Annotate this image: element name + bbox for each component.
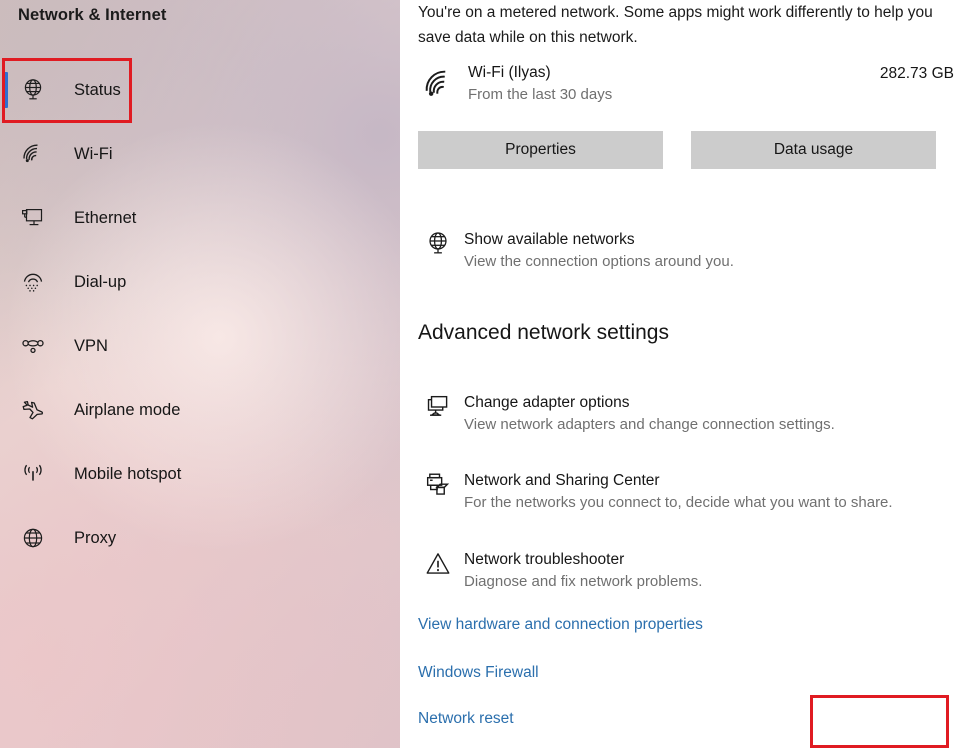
sidebar-item-proxy[interactable]: Proxy: [0, 506, 400, 570]
sidebar-item-airplane-mode[interactable]: Airplane mode: [0, 378, 400, 442]
item-text: Network and Sharing Center For the netwo…: [464, 469, 893, 514]
sidebar-item-label: Ethernet: [74, 208, 137, 227]
item-title: Network troubleshooter: [464, 551, 625, 568]
monitor-icon: [418, 391, 458, 431]
show-available-networks-row[interactable]: Show available networks View the connect…: [418, 228, 958, 273]
wifi-icon: [16, 137, 50, 171]
hotspot-icon: [16, 457, 50, 491]
selection-indicator: [4, 72, 8, 108]
link-view-hardware-and-connection-properties[interactable]: View hardware and connection properties: [418, 616, 703, 634]
content-pane: You're on a metered network. Some apps m…: [400, 0, 967, 748]
link-windows-firewall[interactable]: Windows Firewall: [418, 664, 539, 682]
item-title: Change adapter options: [464, 394, 630, 411]
highlight-box-network-reset: [810, 695, 949, 748]
properties-button[interactable]: Properties: [418, 131, 663, 169]
link-network-reset[interactable]: Network reset: [418, 710, 514, 728]
item-subtitle: View network adapters and change connect…: [464, 416, 835, 433]
sidebar-item-label: Wi-Fi: [74, 144, 113, 163]
globe-monitor-icon: [16, 73, 50, 107]
sidebar-nav: Status Wi-Fi Ethernet Dial-up VPN Airpla…: [0, 58, 400, 570]
sidebar-item-ethernet[interactable]: Ethernet: [0, 186, 400, 250]
globe-monitor-icon: [418, 228, 458, 268]
sidebar-item-mobile-hotspot[interactable]: Mobile hotspot: [0, 442, 400, 506]
connection-details: Wi-Fi (Ilyas) From the last 30 days: [468, 62, 880, 106]
sidebar-item-label: Proxy: [74, 528, 117, 547]
connection-period: From the last 30 days: [468, 86, 613, 103]
printer-folder-icon: [418, 469, 458, 509]
wifi-icon: [418, 62, 460, 106]
warning-triangle-icon: [418, 548, 458, 588]
change-adapter-options-row[interactable]: Change adapter options View network adap…: [418, 391, 958, 436]
sidebar-item-label: Airplane mode: [74, 400, 181, 419]
globe-icon: [16, 521, 50, 555]
sidebar-item-label: Status: [74, 80, 121, 99]
data-usage-value: 282.73 GB: [879, 65, 954, 82]
item-subtitle: Diagnose and fix network problems.: [464, 573, 703, 590]
dialup-icon: [16, 265, 50, 299]
advanced-settings-heading: Advanced network settings: [418, 321, 669, 344]
ethernet-icon: [16, 201, 50, 235]
sidebar-item-label: Mobile hotspot: [74, 464, 182, 483]
item-subtitle: View the connection options around you.: [464, 253, 734, 270]
connection-name: Wi-Fi (Ilyas): [468, 64, 551, 81]
network-troubleshooter-row[interactable]: Network troubleshooter Diagnose and fix …: [418, 548, 958, 593]
sidebar-item-dialup[interactable]: Dial-up: [0, 250, 400, 314]
sidebar-item-label: VPN: [74, 336, 108, 355]
sidebar-item-vpn[interactable]: VPN: [0, 314, 400, 378]
sidebar-item-label: Dial-up: [74, 272, 127, 291]
item-title: Show available networks: [464, 231, 635, 248]
active-connection-row: Wi-Fi (Ilyas) From the last 30 days 282.…: [418, 62, 954, 106]
data-usage-button[interactable]: Data usage: [691, 131, 936, 169]
sidebar-item-wifi[interactable]: Wi-Fi: [0, 122, 400, 186]
item-text: Network troubleshooter Diagnose and fix …: [464, 548, 702, 593]
airplane-icon: [16, 393, 50, 427]
item-subtitle: For the networks you connect to, decide …: [464, 494, 893, 511]
item-text: Change adapter options View network adap…: [464, 391, 835, 436]
sidebar: Network & Internet Status Wi-Fi Ethernet…: [0, 0, 400, 748]
vpn-icon: [16, 329, 50, 363]
item-text: Show available networks View the connect…: [464, 228, 734, 273]
network-sharing-center-row[interactable]: Network and Sharing Center For the netwo…: [418, 469, 958, 514]
page-title: Network & Internet: [18, 6, 167, 24]
settings-window: Network & Internet Status Wi-Fi Ethernet…: [0, 0, 967, 748]
connection-actions: Properties Data usage: [418, 131, 955, 169]
sidebar-item-status[interactable]: Status: [0, 58, 400, 122]
item-title: Network and Sharing Center: [464, 472, 660, 489]
metered-network-notice: You're on a metered network. Some apps m…: [418, 4, 933, 46]
